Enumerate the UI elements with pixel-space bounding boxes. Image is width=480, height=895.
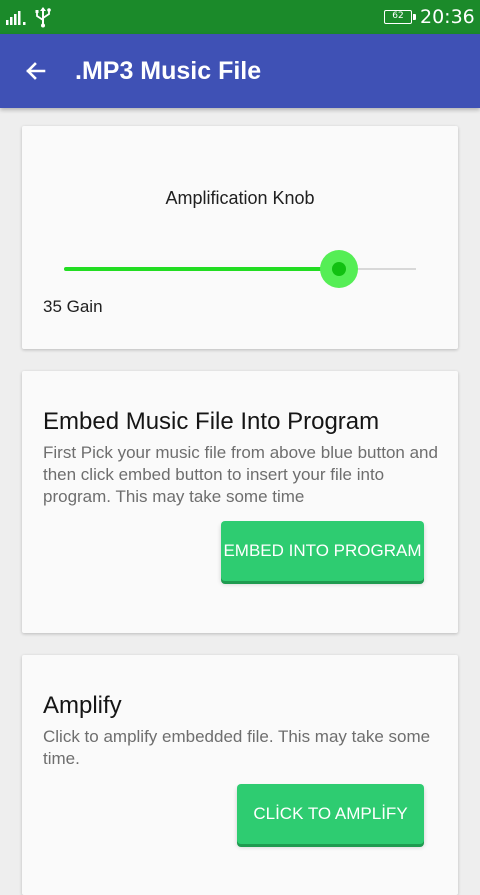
amplify-heading: Amplify — [43, 692, 122, 719]
usb-icon — [34, 6, 52, 28]
battery-level-text: 62 — [392, 11, 404, 21]
battery-icon: 62 — [384, 10, 416, 24]
gain-slider[interactable] — [64, 250, 416, 288]
page-title: .MP3 Music File — [75, 57, 262, 85]
embed-description: First Pick your music file from above bl… — [43, 443, 438, 506]
embed-heading: Embed Music File Into Program — [43, 408, 380, 435]
back-button[interactable] — [16, 51, 56, 91]
signal-icon — [6, 9, 28, 25]
app-bar: .MP3 Music File — [0, 34, 480, 108]
status-bar: 62 20:36 — [0, 0, 480, 34]
embed-card: Embed Music File Into Program First Pick… — [22, 371, 458, 633]
arrow-left-icon — [26, 62, 46, 80]
gain-label: 35 Gain — [43, 297, 103, 316]
click-to-amplify-button[interactable]: CLİCK TO AMPLİFY — [237, 784, 424, 844]
amplify-description: Click to amplify embedded file. This may… — [43, 727, 431, 768]
embed-into-program-button[interactable]: EMBED INTO PROGRAM — [221, 521, 424, 581]
knob-title: Amplification Knob — [165, 188, 315, 208]
slider-fill — [64, 267, 339, 271]
amplify-card: Amplify Click to amplify embedded file. … — [22, 655, 458, 895]
slider-thumb[interactable] — [331, 262, 346, 276]
amplification-knob-card: Amplification Knob 35 Gain — [22, 126, 458, 349]
status-time: 20:36 — [420, 6, 475, 28]
